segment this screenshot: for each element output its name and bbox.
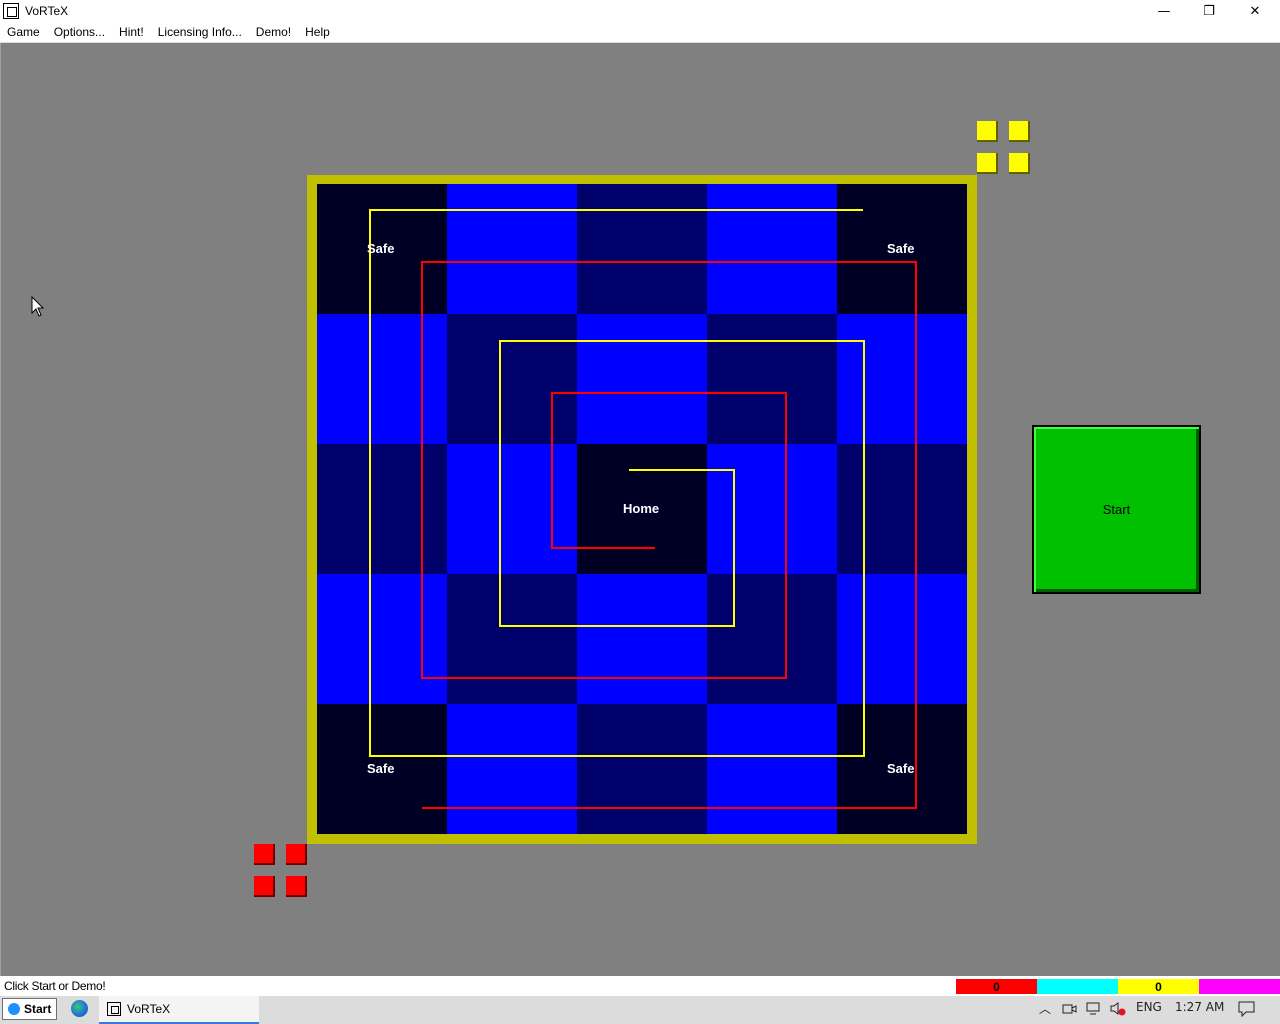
- board-cell[interactable]: [707, 444, 837, 574]
- menu-bar: Game Options... Hint! Licensing Info... …: [0, 22, 1280, 43]
- mouse-cursor-icon: [31, 296, 45, 317]
- score-magenta: [1199, 979, 1280, 994]
- safe-label-top-right: Safe: [887, 241, 915, 256]
- board-cell[interactable]: [577, 704, 707, 834]
- board-cell[interactable]: [707, 574, 837, 704]
- edge-icon[interactable]: [71, 1000, 88, 1017]
- score-red: 0: [956, 979, 1037, 994]
- title-bar: VoRTeX — ❐ ✕: [0, 0, 1280, 22]
- board-cell[interactable]: [577, 314, 707, 444]
- minimize-button[interactable]: —: [1141, 0, 1187, 22]
- board-cell[interactable]: [317, 574, 447, 704]
- board-cell[interactable]: [447, 314, 577, 444]
- yellow-token[interactable]: [977, 121, 998, 142]
- close-icon: ✕: [1249, 3, 1261, 19]
- home-label: Home: [623, 501, 660, 516]
- red-token[interactable]: [286, 876, 307, 897]
- taskbar-app-vortex[interactable]: VoRTeX: [99, 996, 259, 1024]
- close-button[interactable]: ✕: [1232, 0, 1278, 22]
- status-message: Click Start or Demo!: [4, 979, 106, 993]
- board-cell[interactable]: [837, 574, 967, 704]
- network-icon[interactable]: [1086, 1001, 1102, 1016]
- clock[interactable]: 1:27 AM: [1175, 1000, 1224, 1014]
- app-icon[interactable]: [3, 3, 19, 19]
- taskbar-start-button[interactable]: Start: [2, 998, 57, 1020]
- windows-logo-icon: [8, 1003, 20, 1015]
- board-cell[interactable]: [447, 704, 577, 834]
- taskbar-app-label: VoRTeX: [127, 1002, 171, 1016]
- board-cell[interactable]: [837, 314, 967, 444]
- board-cell[interactable]: [317, 444, 447, 574]
- red-token[interactable]: [286, 844, 307, 865]
- menu-game[interactable]: Game: [0, 25, 47, 39]
- yellow-token[interactable]: [977, 153, 998, 174]
- app-icon: [107, 1002, 121, 1016]
- restore-button[interactable]: ❐: [1186, 0, 1232, 22]
- board-cell[interactable]: [577, 184, 707, 314]
- start-button-label: Start: [1102, 502, 1131, 517]
- red-token[interactable]: [254, 876, 275, 897]
- board-cell[interactable]: [577, 574, 707, 704]
- notification-icon[interactable]: [1238, 1001, 1256, 1017]
- tray-chevron-icon[interactable]: ︿: [1039, 1000, 1051, 1017]
- game-board: Safe Safe Safe Safe Home: [307, 175, 977, 844]
- menu-licensing-info[interactable]: Licensing Info...: [151, 25, 249, 39]
- restore-icon: ❐: [1203, 3, 1215, 19]
- score-cyan: [1037, 979, 1118, 994]
- menu-demo[interactable]: Demo!: [249, 25, 298, 39]
- yellow-token[interactable]: [1009, 153, 1030, 174]
- board-cell[interactable]: [707, 184, 837, 314]
- start-button[interactable]: Start: [1032, 425, 1201, 594]
- board-cell[interactable]: [447, 184, 577, 314]
- safe-label-bottom-right: Safe: [887, 761, 915, 776]
- board-cell[interactable]: [707, 704, 837, 834]
- board-cell[interactable]: [447, 444, 577, 574]
- camera-icon[interactable]: [1062, 1001, 1077, 1016]
- menu-hint[interactable]: Hint!: [112, 25, 151, 39]
- minimize-icon: —: [1157, 3, 1171, 19]
- yellow-token[interactable]: [1009, 121, 1030, 142]
- board-cell[interactable]: [707, 314, 837, 444]
- language-indicator[interactable]: ENG: [1136, 1000, 1162, 1014]
- menu-options[interactable]: Options...: [47, 25, 112, 39]
- board-cell[interactable]: [447, 574, 577, 704]
- volume-muted-icon[interactable]: [1109, 1001, 1127, 1017]
- taskbar-start-label: Start: [24, 1002, 52, 1016]
- safe-label-top-left: Safe: [367, 241, 395, 256]
- board-cell[interactable]: [837, 444, 967, 574]
- safe-label-bottom-left: Safe: [367, 761, 395, 776]
- board-cell[interactable]: [317, 314, 447, 444]
- score-yellow: 0: [1118, 979, 1199, 994]
- red-token[interactable]: [254, 844, 275, 865]
- window-title: VoRTeX: [25, 4, 69, 18]
- menu-help[interactable]: Help: [298, 25, 337, 39]
